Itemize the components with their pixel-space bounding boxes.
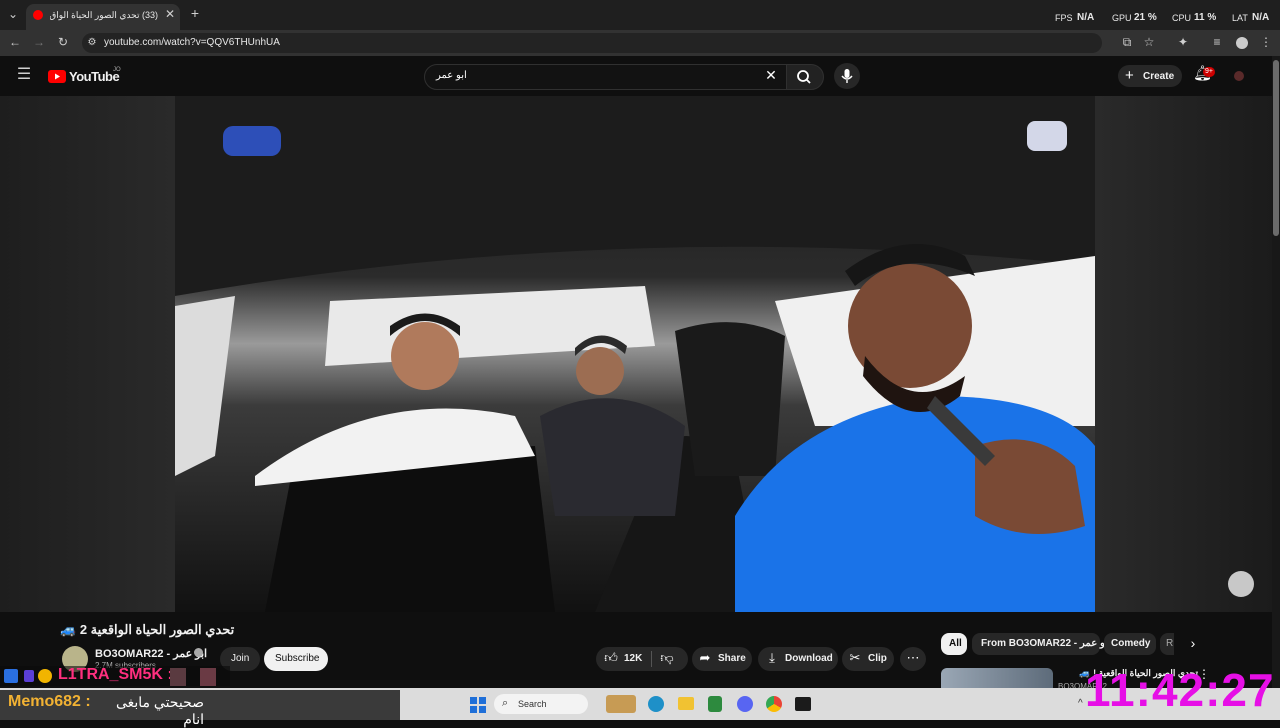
scissors-icon: ✂ xyxy=(849,650,861,665)
like-count[interactable]: 12K xyxy=(624,653,642,664)
tray-chevron-icon[interactable]: ^ xyxy=(1078,698,1083,709)
browser-menu-icon[interactable]: ⋮ xyxy=(1260,36,1272,48)
video-title: تحدي الصور الحياة الواقعية 2 🚙 xyxy=(60,622,235,637)
tab-title: (33) تحدي الصور الحياة الواق... xyxy=(50,10,158,20)
chip-all-label: All xyxy=(949,638,962,649)
share-arrow-icon: ➦ xyxy=(699,650,711,665)
forward-arrow-icon[interactable]: → xyxy=(32,36,46,48)
account-avatar[interactable] xyxy=(1234,71,1244,81)
chip-partial-label: R xyxy=(1166,638,1174,649)
verified-check-icon xyxy=(194,648,203,657)
fps-label: FPS xyxy=(1055,13,1073,23)
voice-search-button[interactable] xyxy=(834,63,860,89)
site-info-icon[interactable]: ⚙ xyxy=(86,37,98,49)
bookmark-star-icon[interactable]: ☆ xyxy=(1142,36,1156,48)
download-label: Download xyxy=(785,653,833,664)
plus-icon: + xyxy=(1125,67,1134,84)
like-divider xyxy=(651,651,652,667)
hamburger-menu-icon[interactable]: ☰ xyxy=(16,67,32,83)
taskbar-search-label: Search xyxy=(518,699,547,709)
recommendation-thumbnail[interactable] xyxy=(941,668,1053,688)
donor-name: L1TRA_SM5K : xyxy=(58,666,173,683)
youtube-favicon-icon xyxy=(33,10,43,20)
download-icon: ⤓ xyxy=(769,650,775,665)
channel-watermark-icon xyxy=(1027,121,1067,151)
join-label: Join xyxy=(231,653,250,664)
search-button[interactable] xyxy=(786,64,824,90)
subscribe-label: Subscribe xyxy=(275,653,320,664)
reload-icon[interactable]: ↻ xyxy=(56,36,70,48)
ambient-right xyxy=(1095,96,1272,612)
share-label: Share xyxy=(718,653,746,664)
thumbs-up-icon[interactable]: 👍︎ xyxy=(604,651,618,664)
corner-logo-icon xyxy=(1228,571,1254,597)
search-query-text: ابو عمر xyxy=(436,70,467,81)
fps-value: N/A xyxy=(1077,12,1095,23)
create-label: Create xyxy=(1143,71,1175,82)
lat-label: LAT xyxy=(1232,13,1248,23)
reading-list-icon[interactable]: ≡ xyxy=(1210,36,1224,48)
terminal-icon[interactable] xyxy=(795,697,811,711)
chat-message: صحيحتي مابغى انام xyxy=(115,694,204,727)
back-arrow-icon[interactable]: ← xyxy=(8,36,22,48)
video-frame xyxy=(175,96,1095,612)
country-code: JO xyxy=(113,67,121,73)
youtube-logo-icon[interactable] xyxy=(48,70,66,83)
more-dots-icon: ⋯ xyxy=(906,650,920,665)
taskbar-search-icon: ⌕ xyxy=(502,697,509,709)
video-player[interactable] xyxy=(175,96,1095,612)
badge-blue-icon xyxy=(4,669,18,683)
discord-icon[interactable] xyxy=(737,696,753,712)
gpu-value: 21 % xyxy=(1134,12,1157,23)
clip-label: Clip xyxy=(868,653,887,664)
car-logo-icon xyxy=(223,126,281,156)
thumbs-down-icon[interactable]: 👎︎ xyxy=(660,651,674,664)
chat-username: Memo682 : xyxy=(8,693,91,710)
scrollbar-thumb[interactable] xyxy=(1273,60,1279,236)
microphone-icon xyxy=(841,69,853,83)
windows-start-icon[interactable] xyxy=(470,697,486,713)
gpu-label: GPU xyxy=(1112,13,1132,23)
extensions-icon[interactable]: ✦ xyxy=(1176,36,1190,48)
youtube-logo-text[interactable]: YouTube xyxy=(69,69,120,84)
emote-2-icon xyxy=(200,668,216,686)
emote-1-icon xyxy=(170,668,186,686)
edge-browser-icon[interactable] xyxy=(648,696,664,712)
search-input[interactable] xyxy=(424,64,788,90)
cpu-value: 11 % xyxy=(1194,12,1217,23)
install-app-icon[interactable]: ⧉ xyxy=(1120,36,1134,48)
chip-comedy-label: Comedy xyxy=(1111,638,1151,649)
clear-search-icon[interactable]: ✕ xyxy=(764,68,778,82)
chrome-icon[interactable] xyxy=(766,696,782,712)
ambient-left xyxy=(0,96,175,612)
profile-avatar[interactable] xyxy=(1236,37,1248,49)
tab-close-icon[interactable]: ✕ xyxy=(164,8,176,20)
cpu-label: CPU xyxy=(1172,13,1192,23)
tab-list-chevron-icon[interactable]: ⌄ xyxy=(6,8,20,20)
new-tab-icon[interactable]: + xyxy=(188,6,202,20)
whatsapp-icon[interactable] xyxy=(708,696,722,712)
chips-next-chevron-icon[interactable]: › xyxy=(1186,636,1200,650)
notification-badge: 9+ xyxy=(1203,67,1215,77)
badge-gold-icon xyxy=(38,669,52,683)
stream-clock: 11:42:27 xyxy=(1085,664,1275,716)
lat-value: N/A xyxy=(1252,12,1270,23)
widgets-icon[interactable] xyxy=(606,695,636,713)
chip-from-channel-label: From BO3OMAR22 - ابو عمر xyxy=(981,638,1111,649)
search-icon xyxy=(797,70,811,84)
channel-name[interactable]: BO3OMAR22 - ابو عمر xyxy=(95,647,207,660)
file-explorer-icon[interactable] xyxy=(678,697,694,710)
badge-purple-icon xyxy=(24,670,34,682)
url-text: youtube.com/watch?v=QQV6THUnhUA xyxy=(104,37,280,48)
